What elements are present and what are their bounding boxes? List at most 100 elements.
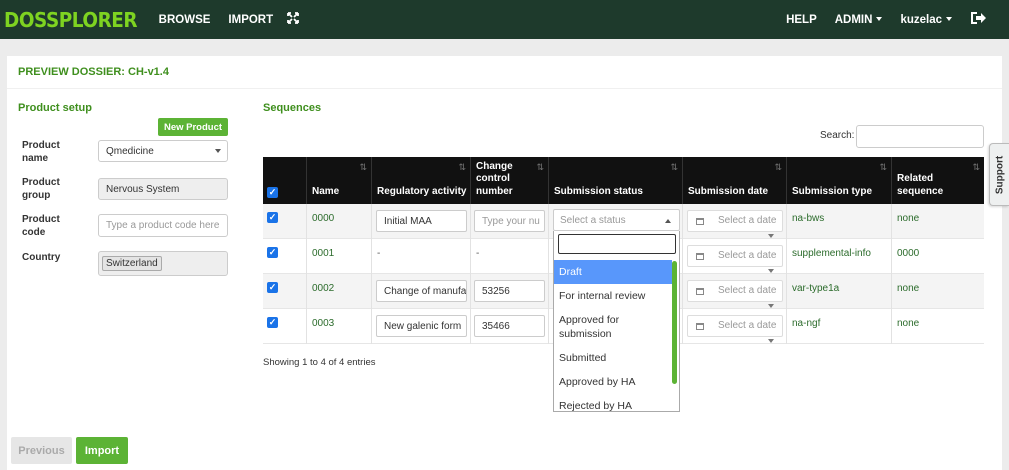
sequence-name[interactable]: 0003 [312,318,334,329]
row-checkbox[interactable]: ✓ [267,212,278,223]
date-placeholder: Select a date [718,320,777,331]
import-button[interactable]: Import [76,437,128,464]
related-cell: none [892,274,984,309]
related-sequence: none [897,318,920,329]
related-sequence: none [897,213,920,224]
date-picker[interactable]: Select a date [687,280,783,308]
header-ccn[interactable]: Change control number ⇅ [471,157,549,204]
status-option-approved-ha[interactable]: Approved by HA [554,370,672,394]
divider [7,88,1002,89]
ccn-input[interactable]: Type your nu [474,210,545,232]
support-tab[interactable]: Support [989,143,1009,206]
date-placeholder: Select a date [718,215,777,226]
activity-input[interactable]: Initial MAA [376,210,467,232]
row-checkbox[interactable]: ✓ [267,317,278,328]
product-group-label: Product group [22,177,60,201]
select-all-checkbox[interactable]: ✓ [267,187,278,198]
top-navbar: DOSSPLORER BROWSE IMPORT HELP ADMIN kuze… [0,0,1009,39]
product-code-input[interactable]: Type a product code here [98,214,228,237]
ccn-cell: 35466 [471,309,549,344]
status-placeholder: Select a status [560,215,626,226]
dropdown-scrollbar[interactable] [672,261,677,384]
nav-import[interactable]: IMPORT [228,14,273,26]
type-cell: supplemental-info [787,239,892,274]
chevron-down-icon [768,269,774,273]
page-title: PREVIEW DOSSIER: CH-v1.4 [18,66,169,78]
ccn-input[interactable]: 35466 [474,315,545,337]
sort-icon: ⇅ [774,162,782,172]
activity-cell: Initial MAA [372,204,471,239]
date-picker[interactable]: Select a date [687,315,783,343]
chevron-up-icon [665,219,671,223]
related-sequence: 0000 [897,248,920,259]
date-placeholder: Select a date [718,285,777,296]
status-option-draft[interactable]: Draft [554,260,672,284]
header-status[interactable]: Submission status ⇅ [549,157,683,204]
nav-browse[interactable]: BROWSE [159,14,211,26]
header-type[interactable]: Submission type ⇅ [787,157,892,204]
new-product-button[interactable]: New Product [158,118,228,136]
status-option-rejected-ha[interactable]: Rejected by HA [554,394,672,411]
chevron-down-icon [768,234,774,238]
date-picker[interactable]: Select a date [687,210,783,238]
nav-help[interactable]: HELP [786,14,817,26]
sequence-name[interactable]: 0002 [312,283,334,294]
nav-user-menu[interactable]: kuzelac [900,14,952,26]
product-group-value: Nervous System [106,183,180,195]
activity-cell: - [372,239,471,274]
header-name-label: Name [312,185,340,197]
header-related-label: Related sequence [897,173,944,197]
nav-admin-menu[interactable]: ADMIN [835,14,883,26]
product-code-placeholder: Type a product code here [106,220,220,231]
date-picker[interactable]: Select a date [687,245,783,273]
product-name-select[interactable]: Qmedicine [98,140,228,162]
header-name[interactable]: Name ⇅ [307,157,372,204]
header-activity[interactable]: Regulatory activity ⇅ [372,157,471,204]
ccn-input[interactable]: 53256 [474,280,545,302]
name-cell: 0002 [307,274,372,309]
header-type-label: Submission type [792,185,873,197]
submission-type: na-ngf [792,318,821,329]
activity-value: - [377,248,381,259]
fullscreen-icon[interactable] [287,12,300,27]
status-option-submitted[interactable]: Submitted [554,346,672,370]
search-input[interactable] [856,125,984,148]
product-group-field: Nervous System [98,178,228,200]
row-checkbox[interactable]: ✓ [267,282,278,293]
chevron-down-icon [946,17,952,22]
calendar-icon [696,253,704,260]
dropdown-search-input[interactable] [558,234,676,254]
submission-type: supplemental-info [792,248,871,259]
activity-value: Initial MAA [384,215,432,227]
activity-input[interactable]: New galenic form [376,315,467,337]
row-select-cell: ✓ [263,204,307,239]
logout-icon[interactable] [970,11,987,28]
row-checkbox[interactable]: ✓ [267,247,278,258]
type-cell: na-bws [787,204,892,239]
status-dropdown: Draft For internal review Approved for s… [553,231,680,412]
table-header: ✓ Name ⇅ Regulatory activity ⇅ Change co… [263,157,984,204]
product-code-label: Product code [22,214,60,238]
previous-button[interactable]: Previous [11,437,72,464]
date-placeholder: Select a date [718,250,777,261]
status-option-internal-review[interactable]: For internal review [554,284,672,308]
product-name-value: Qmedicine [106,145,154,157]
header-date[interactable]: Submission date ⇅ [683,157,787,204]
country-multiselect[interactable]: Switzerland [98,251,228,276]
calendar-icon [696,218,704,225]
nav-admin-label: ADMIN [834,13,873,26]
submission-type: na-bws [792,213,825,224]
name-cell: 0001 [307,239,372,274]
header-activity-label: Regulatory activity [377,185,467,197]
type-cell: na-ngf [787,309,892,344]
sequence-name[interactable]: 0001 [312,248,334,259]
search-label: Search: [820,130,855,141]
status-option-approved-submission[interactable]: Approved for submission [554,309,634,345]
brand-logo[interactable]: DOSSPLORER [4,8,138,32]
calendar-icon [696,323,704,330]
header-related[interactable]: Related sequence ⇅ [892,157,984,204]
activity-input[interactable]: Change of manufa [376,280,467,302]
nav-right: HELP ADMIN kuzelac [786,0,1009,39]
sequence-name[interactable]: 0000 [312,213,334,224]
status-select[interactable]: Select a status [553,209,680,231]
